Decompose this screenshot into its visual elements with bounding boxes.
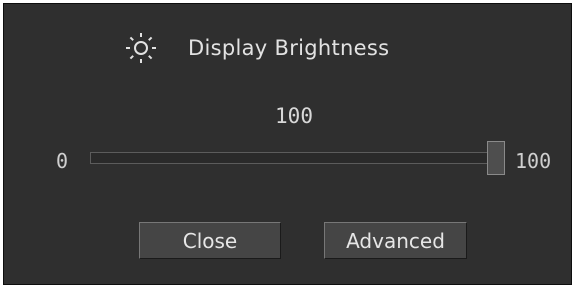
- dialog-title: Display Brightness: [188, 36, 390, 60]
- brightness-value: 100: [275, 104, 313, 128]
- slider-max-label: 100: [515, 149, 552, 173]
- brightness-slider-thumb[interactable]: [487, 141, 505, 175]
- brightness-slider-track[interactable]: [90, 152, 505, 164]
- brightness-dialog: Display Brightness 100 0 100 Close Advan…: [3, 3, 572, 285]
- advanced-button[interactable]: Advanced: [324, 222, 467, 259]
- close-button[interactable]: Close: [139, 222, 281, 259]
- dialog-header: Display Brightness: [124, 32, 389, 64]
- sun-icon: [126, 33, 156, 63]
- slider-min-label: 0: [56, 149, 69, 173]
- brightness-slider-fill: [91, 153, 504, 163]
